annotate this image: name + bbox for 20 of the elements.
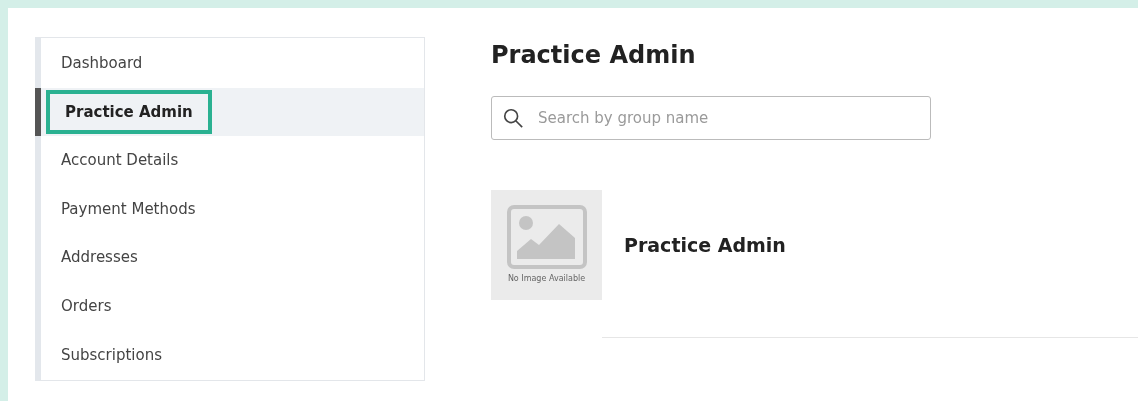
image-caption: No Image Available	[507, 273, 586, 285]
search-field[interactable]: Search by group name	[491, 96, 931, 140]
sidebar-item[interactable]: Payment Methods	[41, 184, 424, 234]
sidebar-item[interactable]: Dashboard	[41, 39, 424, 88]
image-icon	[506, 205, 587, 269]
sidebar-item[interactable]: Subscriptions	[41, 330, 424, 380]
group-name[interactable]: Practice Admin	[624, 230, 786, 260]
sidebar-item-label: Addresses	[61, 247, 138, 269]
sidebar-item[interactable]: Addresses	[41, 233, 424, 282]
search-icon	[502, 107, 524, 129]
sidebar-item[interactable]: Account Details	[41, 136, 424, 185]
sidebar-item-label: Practice Admin	[46, 89, 212, 135]
sidebar-item[interactable]: Orders	[41, 281, 424, 331]
page-title: Practice Admin	[491, 40, 697, 71]
sidebar-item-label: Dashboard	[61, 53, 143, 75]
sidebar-item-label: Orders	[61, 295, 112, 317]
sidebar-item-label: Account Details	[61, 150, 179, 172]
sidebar-item[interactable]: Practice Admin	[35, 87, 424, 137]
sidebar-item-label: Subscriptions	[61, 344, 162, 366]
sidebar-item-label: Payment Methods	[61, 198, 196, 220]
